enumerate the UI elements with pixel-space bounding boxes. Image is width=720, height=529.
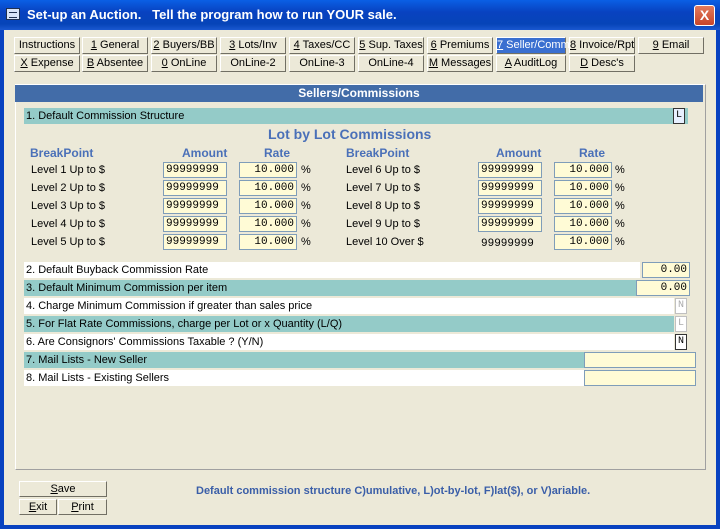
level-rate-input[interactable]: 10.000 (554, 216, 612, 232)
default-commission-row: 1. Default Commission Structure (24, 108, 688, 124)
level-amount-input[interactable]: 99999999 (163, 162, 227, 178)
col-amount-right: Amount (496, 146, 542, 160)
tab-email[interactable]: 9 Email (638, 37, 704, 54)
level-amount-input[interactable]: 99999999 (478, 180, 542, 196)
section-header: Sellers/Commissions (15, 85, 703, 102)
charge-min-row: 4. Charge Minimum Commission if greater … (24, 298, 674, 314)
tab-descs[interactable]: D Desc's (569, 55, 635, 72)
tab-buyers[interactable]: 2 Buyers/BB (151, 37, 217, 54)
level-amount-input[interactable]: 99999999 (478, 198, 542, 214)
charge-min-input[interactable]: N (675, 298, 687, 314)
level-rate-input[interactable]: 10.000 (239, 180, 297, 196)
percent-sign: % (615, 218, 625, 230)
percent-sign: % (615, 236, 625, 248)
mail-new-seller-row: 7. Mail Lists - New Seller (24, 352, 584, 368)
min-commission-row: 3. Default Minimum Commission per item (24, 280, 636, 296)
level-label: Level 2 Up to $ (31, 182, 105, 194)
level-amount-input[interactable]: 99999999 (478, 216, 542, 232)
level-label: Level 10 Over $ (346, 236, 424, 248)
level-amount-input[interactable]: 99999999 (163, 216, 227, 232)
percent-sign: % (301, 218, 311, 230)
level-amount-input[interactable]: 99999999 (163, 180, 227, 196)
level-rate-input[interactable]: 10.000 (554, 162, 612, 178)
percent-sign: % (301, 200, 311, 212)
min-commission-input[interactable]: 0.00 (636, 280, 690, 296)
tab-online-2[interactable]: OnLine-2 (220, 55, 286, 72)
mail-existing-row: 8. Mail Lists - Existing Sellers (24, 370, 584, 386)
buyback-rate-row: 2. Default Buyback Commission Rate (24, 262, 640, 278)
level-label: Level 9 Up to $ (346, 218, 420, 230)
taxable-label: 6. Are Consignors' Commissions Taxable ?… (26, 336, 264, 348)
level-amount-input[interactable]: 99999999 (478, 162, 542, 178)
flat-rate-label: 5. For Flat Rate Commissions, charge per… (26, 318, 343, 330)
default-commission-label: 1. Default Commission Structure (26, 110, 185, 122)
level-rate-input[interactable]: 10.000 (554, 180, 612, 196)
tab-absentee[interactable]: B Absentee (82, 55, 148, 72)
level-rate-input[interactable]: 10.000 (239, 162, 297, 178)
flat-rate-row: 5. For Flat Rate Commissions, charge per… (24, 316, 674, 332)
level-amount-value: 99999999 (481, 238, 534, 250)
level-rate-input[interactable]: 10.000 (554, 198, 612, 214)
tab-taxes[interactable]: 4 Taxes/CC (289, 37, 355, 54)
exit-button[interactable]: Exit (19, 499, 57, 515)
tab-sup-taxes[interactable]: 5 Sup. Taxes (358, 37, 424, 54)
buyback-rate-label: 2. Default Buyback Commission Rate (26, 264, 209, 276)
tab-online-4[interactable]: OnLine-4 (358, 55, 424, 72)
title-bar: Set-up an Auction. Tell the program how … (0, 0, 720, 30)
col-breakpoint-left: BreakPoint (30, 146, 94, 160)
tab-invoice[interactable]: 8 Invoice/Rpt (569, 37, 635, 54)
level-rate-input[interactable]: 10.000 (239, 234, 297, 250)
level-rate-input[interactable]: 10.000 (239, 216, 297, 232)
tab-instructions[interactable]: Instructions (14, 37, 80, 54)
app-icon (6, 8, 20, 20)
mail-existing-label: 8. Mail Lists - Existing Sellers (26, 372, 170, 384)
tab-auditlog[interactable]: A AuditLog (496, 55, 566, 72)
level-amount-input[interactable]: 99999999 (163, 198, 227, 214)
window-title: Set-up an Auction. Tell the program how … (27, 7, 397, 22)
tab-lots[interactable]: 3 Lots/Inv (220, 37, 286, 54)
flat-rate-input[interactable]: L (675, 316, 687, 332)
percent-sign: % (301, 164, 311, 176)
level-label: Level 4 Up to $ (31, 218, 105, 230)
percent-sign: % (615, 164, 625, 176)
percent-sign: % (301, 236, 311, 248)
min-commission-label: 3. Default Minimum Commission per item (26, 282, 228, 294)
level-amount-input[interactable]: 99999999 (163, 234, 227, 250)
level-rate-input[interactable]: 10.000 (554, 234, 612, 250)
percent-sign: % (615, 200, 625, 212)
tab-seller-comm[interactable]: 7 Seller/Comm (496, 37, 570, 54)
percent-sign: % (615, 182, 625, 194)
level-label: Level 8 Up to $ (346, 200, 420, 212)
tab-online-3[interactable]: OnLine-3 (289, 55, 355, 72)
col-rate-right: Rate (579, 146, 606, 160)
lot-by-lot-title: Lot by Lot Commissions (268, 126, 432, 142)
mail-existing-input[interactable] (584, 370, 696, 386)
tab-online[interactable]: 0 OnLine (151, 55, 217, 72)
save-button[interactable]: Save (19, 481, 107, 497)
mail-new-seller-label: 7. Mail Lists - New Seller (26, 354, 148, 366)
level-label: Level 1 Up to $ (31, 164, 105, 176)
level-label: Level 6 Up to $ (346, 164, 420, 176)
col-amount-left: Amount (182, 146, 228, 160)
percent-sign: % (301, 182, 311, 194)
level-label: Level 7 Up to $ (346, 182, 420, 194)
tab-general[interactable]: 1 General (82, 37, 148, 54)
status-hint: Default commission structure C)umulative… (196, 485, 591, 497)
print-button[interactable]: Print (58, 499, 107, 515)
col-rate-left: Rate (264, 146, 291, 160)
close-button[interactable]: X (694, 5, 715, 26)
level-label: Level 5 Up to $ (31, 236, 105, 248)
mail-new-seller-input[interactable] (584, 352, 696, 368)
col-breakpoint-right: BreakPoint (346, 146, 410, 160)
default-commission-input[interactable]: L (673, 108, 685, 124)
charge-min-label: 4. Charge Minimum Commission if greater … (26, 300, 313, 312)
tab-messages[interactable]: M Messages (427, 55, 493, 72)
buyback-rate-input[interactable]: 0.00 (642, 262, 690, 278)
tab-premiums[interactable]: 6 Premiums (427, 37, 493, 54)
taxable-row: 6. Are Consignors' Commissions Taxable ?… (24, 334, 674, 350)
level-rate-input[interactable]: 10.000 (239, 198, 297, 214)
level-label: Level 3 Up to $ (31, 200, 105, 212)
taxable-input[interactable]: N (675, 334, 687, 350)
tab-expense[interactable]: X Expense (14, 55, 80, 72)
